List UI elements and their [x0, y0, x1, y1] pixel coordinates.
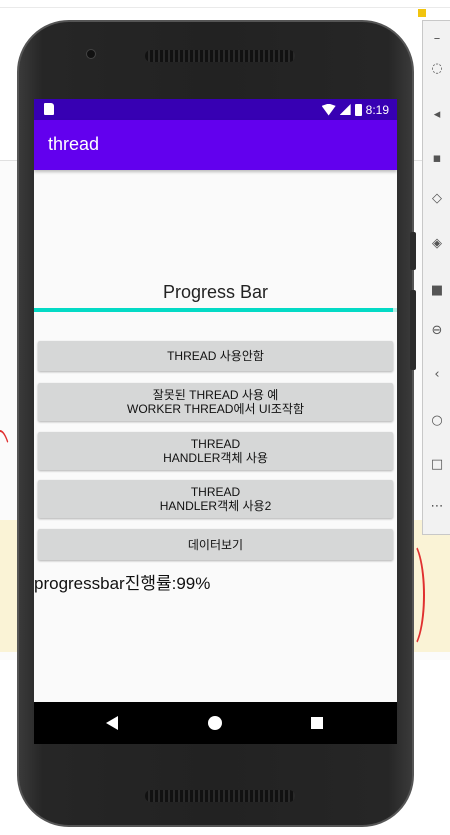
more-icon[interactable]: ⋯ — [429, 499, 445, 515]
recent-apps-icon[interactable] — [311, 717, 323, 729]
back-icon[interactable] — [106, 716, 118, 730]
navigation-bar — [34, 702, 397, 744]
top-speaker — [145, 50, 295, 62]
volume-up-icon[interactable]: ◂ — [429, 107, 445, 123]
button-label-line1: 잘못된 THREAD 사용 예 — [152, 388, 279, 402]
device-screen: 8:19 thread Progress Bar THREAD 사용안함 잘못된… — [34, 99, 397, 744]
home-icon[interactable] — [208, 716, 222, 730]
progress-status-text: progressbar진행률:99% — [34, 574, 211, 593]
power-icon[interactable]: ◌ — [429, 61, 445, 77]
status-bar: 8:19 — [34, 99, 397, 120]
button-label-line1: THREAD 사용안함 — [167, 349, 264, 363]
status-time: 8:19 — [365, 102, 389, 117]
app-title: thread — [48, 134, 100, 154]
signal-icon — [339, 104, 351, 115]
progress-bar-fill — [34, 308, 394, 312]
front-camera — [86, 49, 96, 59]
button-label-line1: 데이터보기 — [187, 537, 244, 552]
zoom-icon[interactable]: ⊖ — [429, 323, 445, 339]
wrong-thread-example-button[interactable]: 잘못된 THREAD 사용 예 WORKER THREAD에서 UI조작함 — [38, 383, 393, 421]
bottom-speaker — [145, 790, 295, 802]
rotate-right-icon[interactable]: ◈ — [429, 236, 445, 252]
app-bar: thread — [34, 120, 397, 170]
wifi-icon — [321, 103, 336, 116]
progress-bar-label: Progress Bar — [162, 282, 269, 302]
warning-marker — [418, 9, 426, 17]
view-data-button[interactable]: 데이터보기 — [38, 529, 393, 560]
overview-icon[interactable]: □ — [429, 457, 445, 473]
volume-down-icon[interactable]: ▪ — [429, 151, 445, 167]
thread-handler-button[interactable]: THREAD HANDLER객체 사용 — [38, 432, 393, 470]
button-label-line2: WORKER THREAD에서 UI조작함 — [127, 402, 304, 416]
minimize-icon[interactable]: – — [429, 31, 445, 47]
back-button-icon[interactable]: ‹ — [429, 367, 445, 383]
button-label-line1: THREAD — [190, 437, 241, 451]
sd-card-icon — [44, 103, 54, 115]
rotate-left-icon[interactable]: ◇ — [429, 191, 445, 207]
thread-handler2-button[interactable]: THREAD HANDLER객체 사용2 — [38, 480, 393, 518]
battery-icon — [354, 103, 362, 116]
thread-not-used-button[interactable]: THREAD 사용안함 — [38, 341, 393, 371]
button-label-line2: HANDLER객체 사용 — [163, 451, 268, 465]
emulator-toolbar: – ◌ ◂ ▪ ◇ ◈ ■ ⊖ ‹ ○ □ ⋯ — [422, 20, 450, 535]
status-icons: 8:19 — [321, 101, 389, 118]
ide-top-border — [0, 0, 450, 8]
camera-icon[interactable]: ■ — [429, 283, 445, 299]
button-label-line2: HANDLER객체 사용2 — [159, 499, 272, 513]
progress-bar — [34, 308, 397, 312]
volume-key — [410, 290, 416, 370]
home-button-icon[interactable]: ○ — [429, 413, 445, 429]
power-key — [410, 232, 416, 270]
button-label-line1: THREAD — [190, 485, 241, 499]
